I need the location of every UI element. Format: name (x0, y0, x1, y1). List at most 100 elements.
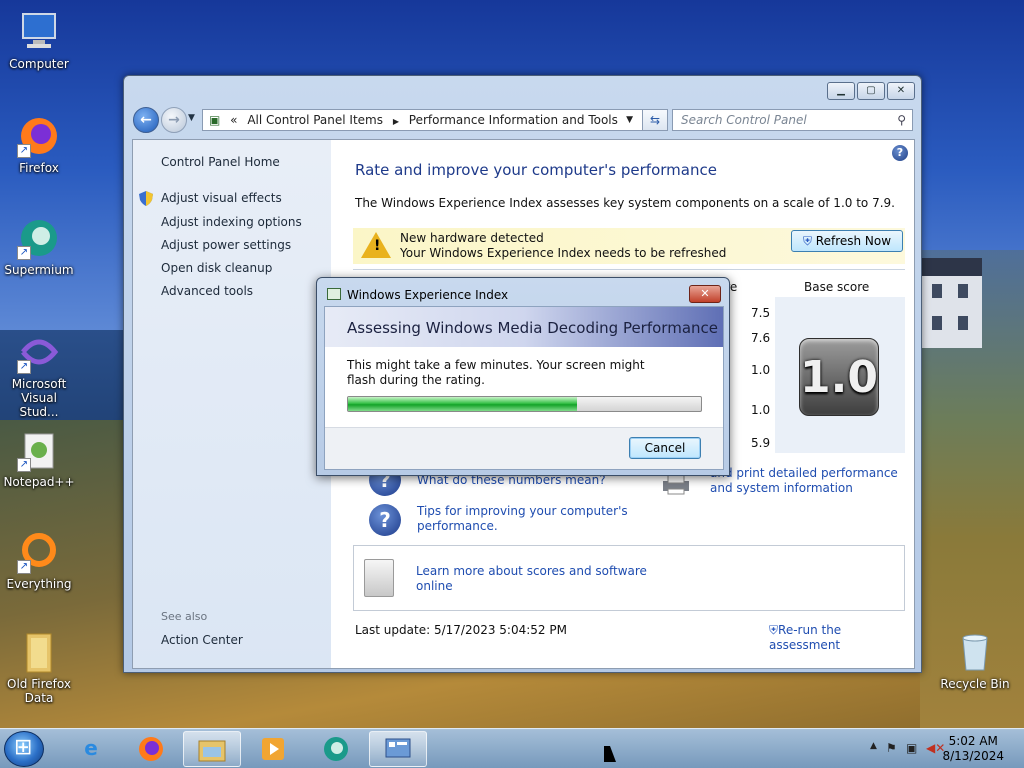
shield-icon: ⛨ (802, 234, 812, 248)
assessment-progress-bar (347, 396, 702, 412)
desktop-icon-label: Notepad++ (3, 475, 75, 489)
everything-icon: ↗ (17, 530, 61, 574)
desktop-icon-recycle-bin[interactable]: Recycle Bin (936, 630, 1014, 691)
question-icon: ? (369, 504, 401, 536)
dialog-close-button[interactable]: ✕ (689, 285, 721, 303)
desktop-icon-old-firefox-data[interactable]: Old Firefox Data (0, 630, 78, 705)
breadcrumb-separator-icon[interactable]: ▶ (393, 117, 399, 126)
shortcut-arrow-icon: ↗ (17, 144, 31, 158)
subscore-value: 7.5 (751, 306, 771, 320)
taskbar-firefox[interactable] (122, 731, 180, 767)
tips-link-line-1[interactable]: Tips for improving your computer's (417, 504, 628, 518)
refresh-address-button[interactable]: ⇆ (642, 109, 668, 131)
address-chevrons[interactable]: « (230, 113, 237, 127)
visual-studio-icon: ↗ (17, 330, 61, 374)
adjust-visual-effects-link[interactable]: Adjust visual effects (161, 191, 282, 205)
dialog-body: Assessing Windows Media Decoding Perform… (324, 306, 724, 470)
internet-explorer-icon: e (84, 736, 98, 760)
refresh-now-label: Refresh Now (815, 234, 892, 248)
wallpaper-house (922, 258, 982, 348)
shield-icon: ⛨ (769, 623, 779, 637)
dialog-title: Windows Experience Index (347, 288, 509, 302)
forward-button[interactable]: → (161, 107, 187, 133)
taskbar-internet-explorer[interactable]: e (62, 731, 120, 767)
taskbar-control-panel[interactable] (369, 731, 427, 767)
subscore-value: 1.0 (751, 403, 771, 417)
desktop-icon-label: Firefox (19, 161, 59, 175)
folder-icon (198, 740, 226, 762)
advanced-tools-link[interactable]: Advanced tools (161, 284, 253, 298)
table-divider (353, 269, 905, 270)
desktop-icon-visual-studio[interactable]: ↗ Microsoft Visual Stud... (0, 330, 78, 419)
tips-link-line-2[interactable]: performance. (417, 519, 498, 533)
desktop-icon-firefox[interactable]: ↗ Firefox (0, 114, 78, 175)
shortcut-arrow-icon: ↗ (17, 458, 31, 472)
desktop-icon-notepadpp[interactable]: ↗ Notepad++ (0, 428, 78, 489)
taskbar-supermium[interactable] (307, 731, 365, 767)
page-description: The Windows Experience Index assesses ke… (355, 196, 895, 210)
desktop-icon-label: Supermium (4, 263, 74, 277)
navigation-bar: ← → ▼ ▣ « All Control Panel Items ▶ Perf… (132, 106, 913, 134)
open-disk-cleanup-link[interactable]: Open disk cleanup (161, 261, 272, 275)
software-box-icon (364, 559, 394, 597)
desktop-icon-everything[interactable]: ↗ Everything (0, 530, 78, 591)
clock-date: 8/13/2024 (942, 749, 1004, 763)
learn-more-box: Learn more about scores and software onl… (353, 545, 905, 611)
taskbar: e ▲ ⚑ ▣ ◀✕ 5:02 AM 8/13/2024 (0, 728, 1024, 768)
desktop-icon-label: Recycle Bin (940, 677, 1010, 691)
window-controls: ▁ ▢ ✕ (827, 82, 915, 100)
maximize-button[interactable]: ▢ (857, 82, 885, 100)
action-center-link[interactable]: Action Center (161, 633, 243, 647)
progress-fill (348, 397, 578, 411)
basescore-column-header: Base score (804, 280, 870, 294)
warning-exclamation: ! (374, 238, 381, 254)
refresh-now-button[interactable]: ⛨ Refresh Now (791, 230, 903, 252)
shortcut-arrow-icon: ↗ (17, 246, 31, 260)
help-icon[interactable]: ? (892, 145, 908, 161)
desktop-icon-computer[interactable]: Computer (0, 10, 78, 71)
search-placeholder: Search Control Panel (681, 113, 807, 127)
search-icon[interactable]: ⚲ (897, 110, 906, 130)
base-score-badge: 1.0 (799, 338, 879, 416)
recent-pages-dropdown[interactable]: ▼ (188, 113, 195, 123)
shield-icon (139, 191, 153, 206)
dialog-message: This might take a few minutes. Your scre… (347, 358, 645, 387)
control-panel-home-link[interactable]: Control Panel Home (161, 155, 280, 169)
warning-line-1: New hardware detected (400, 231, 544, 245)
address-dropdown-icon[interactable]: ▼ (626, 110, 633, 130)
last-update-text: Last update: 5/17/2023 5:04:52 PM (355, 623, 567, 637)
cancel-button[interactable]: Cancel (629, 437, 701, 459)
print-details-link-line-2[interactable]: and system information (710, 481, 853, 495)
close-button[interactable]: ✕ (887, 82, 915, 100)
taskbar-explorer[interactable] (183, 731, 241, 767)
start-button[interactable] (4, 731, 44, 767)
subscore-value: 5.9 (751, 436, 771, 450)
adjust-indexing-options-link[interactable]: Adjust indexing options (161, 215, 302, 229)
breadcrumb-all-items[interactable]: All Control Panel Items (247, 113, 383, 127)
minimize-button[interactable]: ▁ (827, 82, 855, 100)
network-icon[interactable]: ▣ (906, 741, 917, 755)
learn-more-link-line-1[interactable]: Learn more about scores and software (416, 564, 647, 578)
print-details-link-line-1[interactable]: and print detailed performance (710, 466, 898, 480)
clock[interactable]: 5:02 AM 8/13/2024 (942, 734, 1004, 764)
desktop-icon-supermium[interactable]: ↗ Supermium (0, 216, 78, 277)
breadcrumb-performance[interactable]: Performance Information and Tools (409, 113, 618, 127)
hardware-warning-bar: ! New hardware detected Your Windows Exp… (353, 228, 905, 264)
desktop-icon-label: Microsoft Visual Stud... (11, 377, 67, 419)
left-pane: Control Panel Home Adjust visual effects… (133, 140, 331, 668)
rerun-assessment-link[interactable]: ⛨Re-run the assessment (769, 623, 914, 652)
search-input[interactable]: Search Control Panel ⚲ (672, 109, 913, 131)
adjust-power-settings-link[interactable]: Adjust power settings (161, 238, 291, 252)
printer-icon (663, 474, 689, 495)
learn-more-link-line-2[interactable]: online (416, 579, 453, 593)
taskbar-media-player[interactable] (244, 731, 302, 767)
action-center-flag-icon[interactable]: ⚑ (886, 741, 897, 755)
shortcut-arrow-icon: ↗ (17, 360, 31, 374)
address-bar[interactable]: ▣ « All Control Panel Items ▶ Performanc… (202, 109, 646, 131)
warning-line-2: Your Windows Experience Index needs to b… (400, 246, 727, 260)
base-score-panel: 1.0 (775, 297, 905, 453)
show-hidden-icons-arrow-icon[interactable]: ▲ (870, 741, 877, 751)
clock-time: 5:02 AM (948, 734, 998, 748)
back-button[interactable]: ← (133, 107, 159, 133)
dialog-footer: Cancel (325, 427, 723, 469)
